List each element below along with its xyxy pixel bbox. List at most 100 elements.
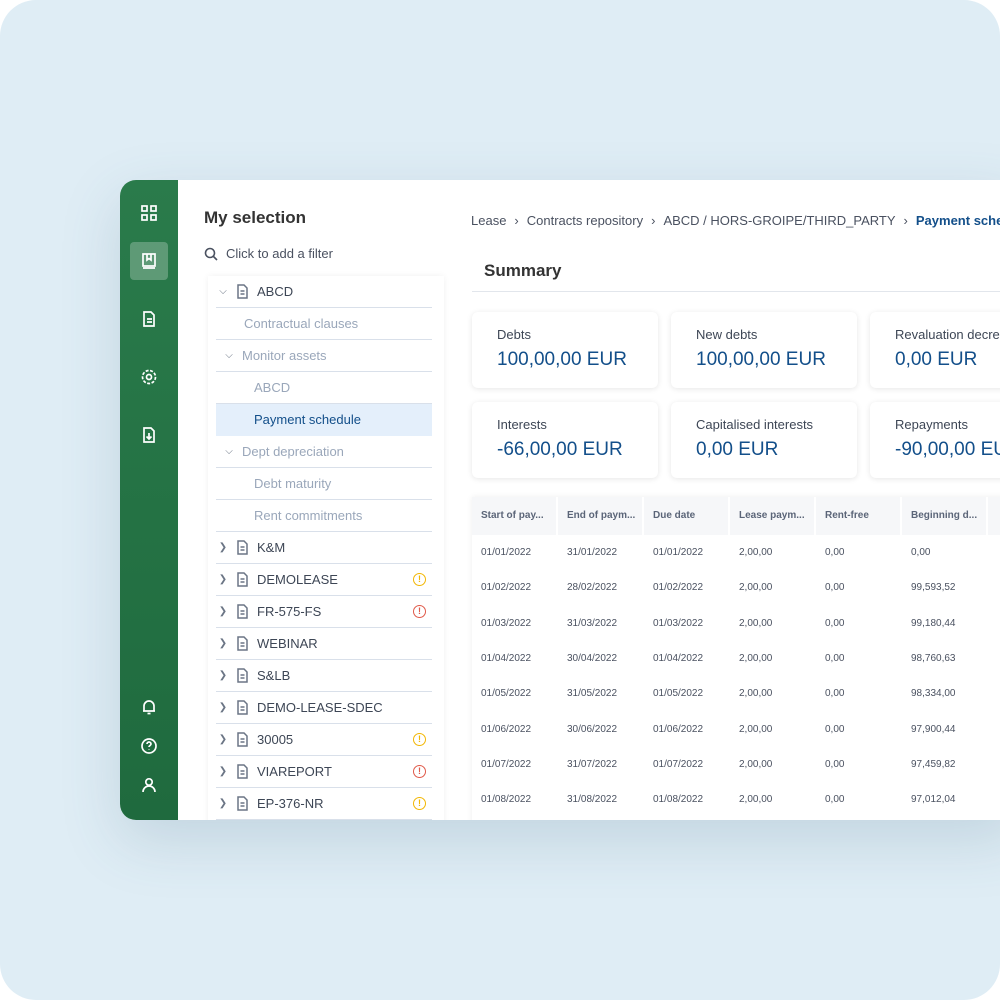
user-icon xyxy=(142,777,156,793)
table-cell: 0,00 xyxy=(825,794,845,806)
nav-dashboard[interactable] xyxy=(130,194,168,232)
tree-item[interactable]: ❯ FR-575-FS! xyxy=(216,596,432,628)
column-header[interactable]: Lease paym... xyxy=(730,497,816,535)
summary-card: Interests -66,00,00 EUR xyxy=(472,402,658,478)
help-icon xyxy=(141,738,157,754)
tree-item[interactable]: ❯ DEMOLEASE! xyxy=(216,564,432,596)
table-cell: 01/05/2022 xyxy=(481,688,532,700)
tree-item-label: ABCD xyxy=(254,380,291,395)
column-header[interactable]: Rent-free xyxy=(816,497,902,535)
table-row[interactable]: 01/06/2022 30/06/2022 01/06/2022 2,00,00 0,0… xyxy=(472,712,1000,747)
nav-notifications[interactable] xyxy=(130,688,168,726)
document-icon xyxy=(236,764,249,779)
error-icon: ! xyxy=(413,605,426,618)
warning-icon: ! xyxy=(413,797,426,810)
table-cell: 2,00,00 xyxy=(739,652,773,664)
tree-item[interactable]: Rent commitments xyxy=(216,500,432,532)
tree-item[interactable]: Payment schedule xyxy=(216,404,432,436)
table-cell: 31/07/2022 xyxy=(567,758,618,770)
tree-item[interactable]: Debt maturity xyxy=(216,468,432,500)
table-cell: 0,00 xyxy=(825,652,845,664)
table-cell: 2,00,00 xyxy=(739,582,773,594)
table-row[interactable]: 01/07/2022 31/07/2022 01/07/2022 2,00,00 0,0… xyxy=(472,747,1000,782)
card-value: -66,00,00 EUR xyxy=(497,439,623,460)
nav-settings[interactable] xyxy=(130,358,168,396)
chevron-down-icon[interactable]: ⌵ xyxy=(222,350,236,361)
card-label: Repayments xyxy=(895,417,968,432)
tree-item[interactable]: ❯ WEBINAR xyxy=(216,628,432,660)
filter-input[interactable]: Click to add a filter xyxy=(204,246,333,261)
chevron-right-icon[interactable]: ❯ xyxy=(216,542,230,553)
tree-item[interactable]: ❯ K&M xyxy=(216,532,432,564)
tree-item-label: 30005 xyxy=(257,732,294,747)
breadcrumb: Lease › Contracts repository › ABCD / HORS-G… xyxy=(471,213,1000,228)
nav-profile[interactable] xyxy=(130,766,168,804)
tree-item[interactable]: ⌵ Monitor assets xyxy=(216,340,432,372)
table-row[interactable]: 01/02/2022 28/02/2022 01/02/2022 2,00,00 0,0… xyxy=(472,570,1000,605)
document-icon xyxy=(236,668,249,683)
tree-item[interactable]: ❯ EP-376-NR! xyxy=(216,788,432,820)
table-cell: 97,900,44 xyxy=(911,723,956,735)
table-row[interactable]: 01/03/2022 31/03/2022 01/03/2022 2,00,00 0,0… xyxy=(472,606,1000,641)
chevron-right-icon[interactable]: ❯ xyxy=(216,766,230,777)
chevron-down-icon[interactable]: ⌵ xyxy=(222,446,236,457)
column-header[interactable]: Start of pay... xyxy=(472,497,558,535)
warning-icon: ! xyxy=(413,733,426,746)
settings-icon xyxy=(141,369,157,385)
table-row[interactable]: 01/01/2022 31/01/2022 01/01/2022 2,00,00 0,0… xyxy=(472,535,1000,570)
table-cell: 0,00 xyxy=(825,758,845,770)
tree-item[interactable]: ❯ DEMO-LEASE-SDEC xyxy=(216,692,432,724)
breadcrumb-repository[interactable]: Contracts repository xyxy=(527,213,643,228)
tree-item[interactable]: ⌵ Dept depreciation xyxy=(216,436,432,468)
table-cell: 2,00,00 xyxy=(739,688,773,700)
nav-export[interactable] xyxy=(130,416,168,454)
summary-card: Revaluation decrease 0,00 EUR xyxy=(870,312,1000,388)
card-value: 0,00 EUR xyxy=(895,349,978,370)
column-header[interactable]: Beginning d... xyxy=(902,497,988,535)
tree-item[interactable]: ABCD xyxy=(216,372,432,404)
breadcrumb-contract[interactable]: ABCD / HORS-GROIPE/THIRD_PARTY xyxy=(663,213,895,228)
card-label: Capitalised interests xyxy=(696,417,814,432)
table-row[interactable]: 01/05/2022 31/05/2022 01/05/2022 2,00,00 0,0… xyxy=(472,676,1000,711)
tree-item-label: VIAREPORT xyxy=(257,764,332,779)
table-cell: 01/06/2022 xyxy=(481,723,532,735)
tree-item[interactable]: ❯ 30005! xyxy=(216,724,432,756)
chevron-right-icon[interactable]: ❯ xyxy=(216,798,230,809)
breadcrumb-lease[interactable]: Lease xyxy=(471,213,506,228)
warning-icon: ! xyxy=(413,573,426,586)
chevron-right-icon[interactable]: ❯ xyxy=(216,574,230,585)
chevron-right-icon[interactable]: ❯ xyxy=(216,734,230,745)
table-row[interactable]: 01/08/2022 31/08/2022 01/08/2022 2,00,00 0,0… xyxy=(472,782,1000,817)
document-icon xyxy=(236,284,249,299)
column-header[interactable] xyxy=(988,497,1000,535)
table-cell: 98,760,63 xyxy=(911,652,956,664)
chevron-right-icon[interactable]: ❯ xyxy=(216,606,230,617)
nav-documents[interactable] xyxy=(130,300,168,338)
tree-item-label: Payment schedule xyxy=(254,412,361,427)
card-value: 100,00,00 EUR xyxy=(497,349,627,370)
chevron-right-icon[interactable]: ❯ xyxy=(216,638,230,649)
payment-schedule-table: Start of pay... End of paym... Due date Lea… xyxy=(472,497,1000,820)
tree-item[interactable]: ❯ VIAREPORT! xyxy=(216,756,432,788)
table-cell: 30/04/2022 xyxy=(567,652,618,664)
nav-help[interactable] xyxy=(130,727,168,765)
table-row[interactable]: 01/04/2022 30/04/2022 01/04/2022 2,00,00 0,0… xyxy=(472,641,1000,676)
column-header[interactable]: End of paym... xyxy=(558,497,644,535)
table-cell: 01/01/2022 xyxy=(653,547,704,558)
tree-item[interactable]: Contractual clauses xyxy=(216,308,432,340)
app-window: My selection Click to add a filter ⌵ ABCD… xyxy=(120,180,1000,820)
chevron-right-icon[interactable]: ❯ xyxy=(216,702,230,713)
chevron-right-icon[interactable]: ❯ xyxy=(216,670,230,681)
table-header: Start of pay... End of paym... Due date Lea… xyxy=(472,497,1000,535)
nav-contracts[interactable] xyxy=(130,242,168,280)
chevron-down-icon[interactable]: ⌵ xyxy=(216,286,230,297)
tree-item[interactable]: ❯ S&LB xyxy=(216,660,432,692)
column-header[interactable]: Due date xyxy=(644,497,730,535)
table-cell: 97,012,04 xyxy=(911,794,956,806)
table-cell: 01/08/2022 xyxy=(653,794,704,806)
table-cell: 99,593,52 xyxy=(911,582,956,594)
document-icon xyxy=(143,311,155,327)
main-content: Lease › Contracts repository › ABCD / HORS-G… xyxy=(460,180,1000,820)
filter-placeholder: Click to add a filter xyxy=(226,246,333,261)
tree-item[interactable]: ⌵ ABCD xyxy=(216,276,432,308)
